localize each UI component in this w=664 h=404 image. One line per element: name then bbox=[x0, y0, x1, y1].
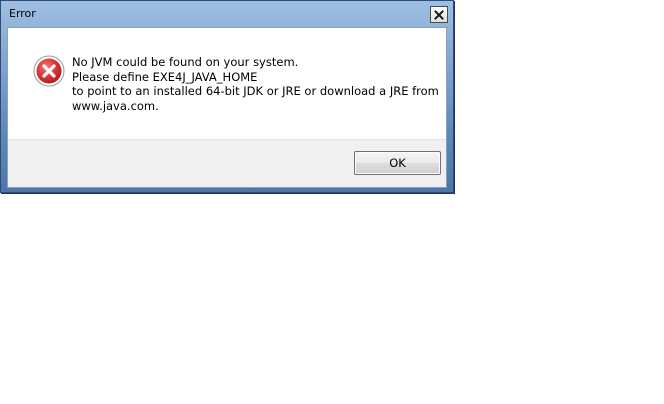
title-bar[interactable]: Error bbox=[1, 1, 453, 27]
message-area: No JVM could be found on your system. Pl… bbox=[8, 28, 446, 139]
close-button[interactable] bbox=[430, 6, 448, 23]
desktop-background: Error No JVM could be found on your syst… bbox=[0, 0, 664, 404]
button-bar: OK bbox=[8, 139, 446, 187]
message-line: No JVM could be found on your system. bbox=[72, 55, 299, 69]
close-icon bbox=[434, 9, 444, 20]
ok-button[interactable]: OK bbox=[354, 151, 441, 175]
message-line: Please define EXE4J_JAVA_HOME bbox=[72, 69, 258, 84]
error-dialog: Error No JVM could be found on your syst… bbox=[0, 0, 454, 193]
message-line: to point to an installed 64-bit JDK or J… bbox=[72, 84, 439, 98]
error-icon bbox=[33, 55, 65, 87]
dialog-body: No JVM could be found on your system. Pl… bbox=[7, 27, 447, 188]
dialog-title: Error bbox=[9, 7, 36, 20]
error-message: No JVM could be found on your system. Pl… bbox=[72, 55, 442, 113]
message-line: www.java.com. bbox=[72, 98, 159, 113]
